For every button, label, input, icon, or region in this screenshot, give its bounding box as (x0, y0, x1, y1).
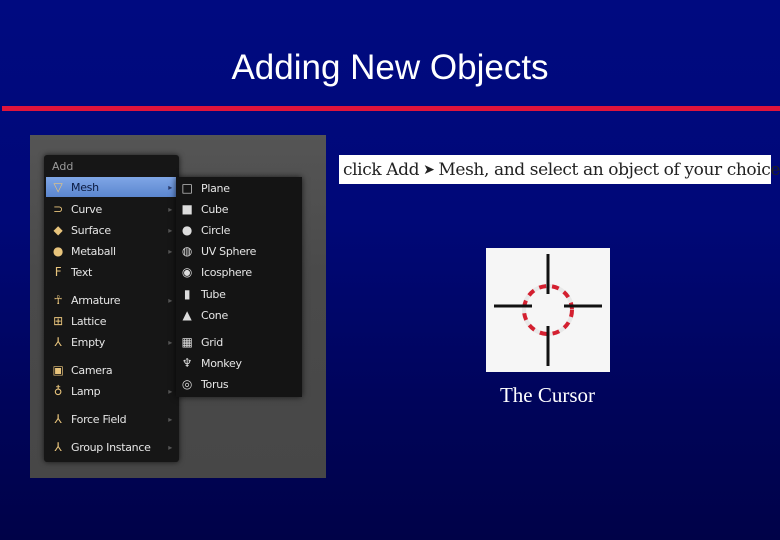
submenu-item-label: Grid (201, 335, 223, 349)
submenu-item-torus[interactable]: ◎ Torus (176, 374, 302, 394)
submenu-arrow-icon: ▸ (168, 337, 172, 347)
submenu-item-monkey[interactable]: ♆ Monkey (176, 353, 302, 373)
submenu-item-label: Cone (201, 308, 228, 322)
blender-add-menu-screenshot: Add ▽ Mesh ▸ ⊃ Curve ▸ ◆ Surface ▸ ● Metaball ▸ F Tex… (30, 135, 326, 478)
cube-icon: ■ (181, 202, 193, 216)
menu-item-label: Armature (71, 293, 121, 307)
submenu-item-tube[interactable]: ▮ Tube (176, 284, 302, 304)
menu-item-label: Lattice (71, 314, 107, 328)
force-field-icon: ⅄ (54, 412, 62, 426)
submenu-item-circle[interactable]: ● Circle (176, 220, 302, 240)
submenu-arrow-icon: ▸ (168, 442, 172, 452)
lamp-icon: ♁ (53, 384, 63, 398)
grid-icon: ▦ (181, 335, 193, 349)
submenu-item-label: Icosphere (201, 265, 252, 279)
instruction-part1: click Add (343, 159, 420, 180)
submenu-item-label: Circle (201, 223, 231, 237)
cursor-crosshair (494, 254, 602, 366)
camera-icon: ▣ (52, 363, 64, 377)
menu-item-label: Curve (71, 202, 102, 216)
submenu-item-label: Cube (201, 202, 229, 216)
circle-icon: ● (181, 223, 193, 237)
menu-item-curve[interactable]: ⊃ Curve ▸ (46, 199, 177, 219)
plane-icon: □ (181, 181, 193, 195)
submenu-arrow-icon: ▸ (168, 246, 172, 256)
submenu-arrow-icon: ▸ (168, 295, 172, 305)
uv-sphere-icon: ◍ (181, 244, 193, 258)
lattice-icon: ⊞ (53, 314, 63, 328)
menu-item-label: Mesh (71, 180, 99, 194)
submenu-arrow-icon: ▸ (168, 414, 172, 424)
submenu-item-label: Torus (201, 377, 229, 391)
mesh-submenu: □ Plane ■ Cube ● Circle ◍ UV Sphere ◉ Icosphere ▮ T… (176, 177, 302, 397)
instruction-text: click Add ➤ Mesh, and select an object o… (339, 155, 780, 184)
menu-item-empty[interactable]: ⅄ Empty ▸ (46, 332, 177, 352)
submenu-item-label: Monkey (201, 356, 242, 370)
cursor-caption: The Cursor (499, 383, 596, 407)
menu-item-label: Text (71, 265, 93, 279)
3d-cursor-icon (494, 254, 602, 366)
menu-item-mesh[interactable]: ▽ Mesh ▸ (46, 177, 177, 197)
cone-icon: ▲ (182, 308, 192, 322)
group-instance-icon: ⅄ (54, 440, 62, 454)
submenu-item-cube[interactable]: ■ Cube (176, 199, 302, 219)
submenu-arrow-icon: ▸ (168, 182, 172, 192)
text-icon: F (54, 265, 62, 279)
submenu-arrow-icon: ▸ (168, 225, 172, 235)
menu-item-label: Group Instance (71, 440, 151, 454)
curve-icon: ⊃ (53, 202, 63, 216)
instruction-part2: Mesh, and select an object of your choic… (438, 159, 780, 180)
menu-item-label: Empty (71, 335, 105, 349)
tube-icon: ▮ (183, 287, 191, 301)
empty-icon: ⅄ (54, 335, 62, 349)
menu-item-lattice[interactable]: ⊞ Lattice (46, 311, 177, 331)
submenu-arrow-icon: ▸ (168, 386, 172, 396)
metaball-icon: ● (52, 244, 64, 258)
submenu-item-label: Tube (201, 287, 226, 301)
menu-item-armature[interactable]: ☥ Armature ▸ (46, 290, 177, 310)
add-menu-header: Add (52, 160, 74, 173)
menu-item-surface[interactable]: ◆ Surface ▸ (46, 220, 177, 240)
submenu-item-cone[interactable]: ▲ Cone (176, 305, 302, 325)
menu-item-metaball[interactable]: ● Metaball ▸ (46, 241, 177, 261)
cursor-image (486, 248, 610, 372)
submenu-item-icosphere[interactable]: ◉ Icosphere (176, 262, 302, 282)
menu-item-lamp[interactable]: ♁ Lamp ▸ (46, 381, 177, 401)
title-divider (2, 106, 780, 111)
torus-icon: ◎ (181, 377, 193, 391)
submenu-item-label: Plane (201, 181, 230, 195)
menu-item-force-field[interactable]: ⅄ Force Field ▸ (46, 409, 177, 429)
submenu-arrow-icon: ▸ (168, 204, 172, 214)
submenu-item-uv-sphere[interactable]: ◍ UV Sphere (176, 241, 302, 261)
slide-title: Adding New Objects (231, 48, 549, 87)
menu-item-group-instance[interactable]: ⅄ Group Instance ▸ (46, 437, 177, 457)
armature-icon: ☥ (53, 293, 63, 307)
surface-icon: ◆ (53, 223, 63, 237)
menu-item-label: Metaball (71, 244, 116, 258)
submenu-item-plane[interactable]: □ Plane (176, 178, 302, 198)
arrow-icon: ➤ (423, 161, 435, 178)
mesh-icon: ▽ (53, 180, 63, 194)
menu-item-text[interactable]: F Text (46, 262, 177, 282)
submenu-item-grid[interactable]: ▦ Grid (176, 332, 302, 352)
icosphere-icon: ◉ (181, 265, 193, 279)
menu-item-label: Surface (71, 223, 111, 237)
menu-item-label: Camera (71, 363, 113, 377)
monkey-icon: ♆ (181, 356, 193, 370)
menu-item-label: Lamp (71, 384, 101, 398)
menu-item-camera[interactable]: ▣ Camera (46, 360, 177, 380)
menu-item-label: Force Field (71, 412, 127, 426)
submenu-item-label: UV Sphere (201, 244, 257, 258)
add-menu: Add ▽ Mesh ▸ ⊃ Curve ▸ ◆ Surface ▸ ● Metaball ▸ F Tex… (44, 155, 179, 462)
